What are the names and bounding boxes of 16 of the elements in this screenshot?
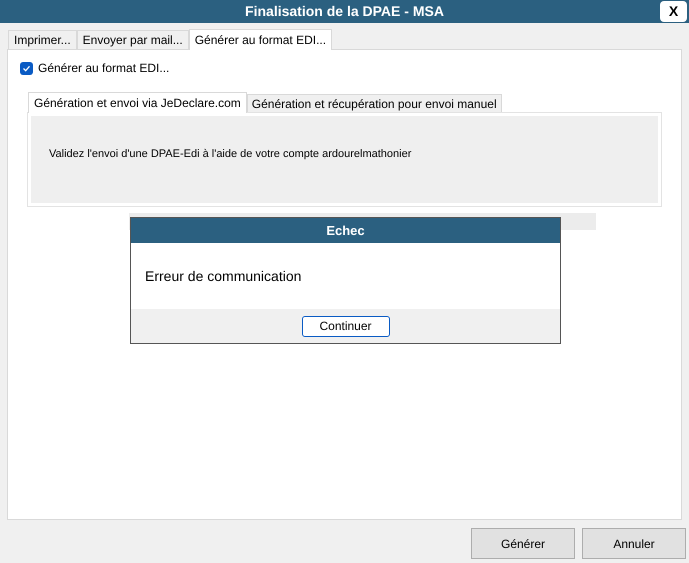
continue-button[interactable]: Continuer: [302, 316, 390, 336]
checkbox[interactable]: [20, 62, 33, 74]
check-icon: [22, 64, 31, 72]
dialog-title: Echec: [326, 222, 365, 240]
tab[interactable]: Génération et envoi via JeDeclare.com: [28, 92, 247, 113]
close-button[interactable]: X: [660, 1, 687, 22]
tab[interactable]: Générer au format EDI...: [188, 29, 332, 50]
tab[interactable]: Génération et récupération pour envoi manuel: [246, 94, 502, 112]
dialog-message: Erreur de communication: [145, 266, 302, 286]
window-title: Finalisation de la DPAE - MSA: [245, 2, 444, 21]
action-button[interactable]: Générer: [471, 528, 575, 559]
tab[interactable]: Imprimer...: [8, 30, 77, 49]
action-button[interactable]: Annuler: [582, 528, 686, 559]
info-text: Validez l'envoi d'une DPAE-Edi à l'aide de votre compte ardourelmathonier: [49, 148, 412, 160]
checkbox-label: Générer au format EDI...: [38, 60, 170, 77]
tab[interactable]: Envoyer par mail...: [76, 30, 189, 49]
